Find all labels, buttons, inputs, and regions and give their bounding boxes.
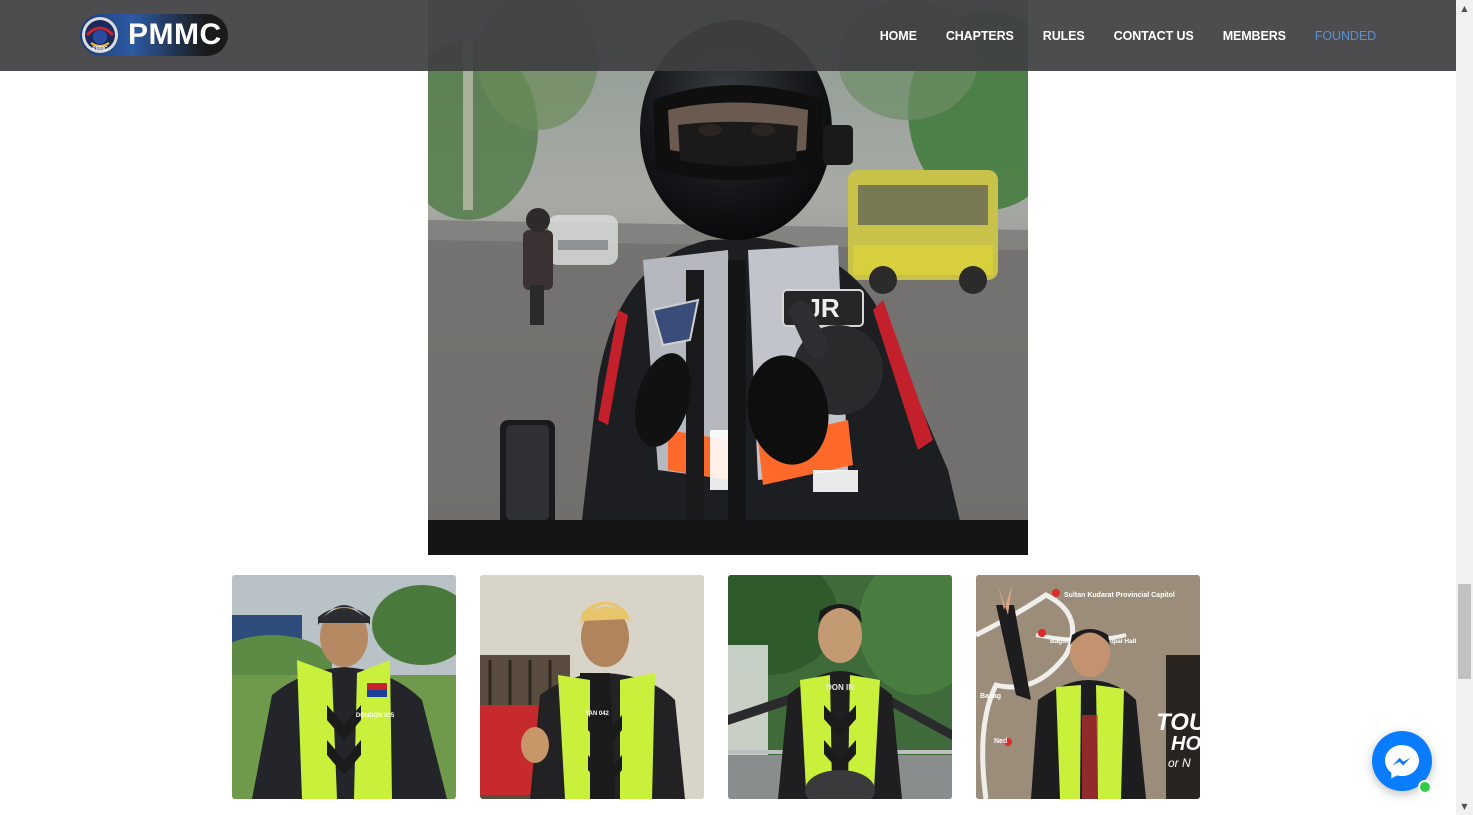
online-status-dot	[1418, 780, 1432, 794]
pmmc-emblem-icon: PMMC	[81, 16, 119, 54]
nav-contact-us[interactable]: CONTACT US	[1114, 29, 1194, 43]
vest-name-tag: DONDON 035	[356, 713, 395, 719]
map-label: Sultan Kudarat Provincial Capitol	[1064, 592, 1175, 599]
hero-rider-photo[interactable]: JR	[428, 0, 1028, 555]
page: JR PMMC PMMC HOME CHAPTERS RULES CONTACT…	[0, 0, 1473, 815]
vest-name-tag: YAN 042	[585, 711, 609, 717]
rider-photo: JR	[428, 0, 1028, 555]
brand-name: PMMC	[128, 18, 222, 51]
scroll-up-arrow-icon[interactable]: ▲	[1456, 0, 1473, 17]
messenger-chat-button[interactable]	[1372, 731, 1432, 794]
nav-rules[interactable]: RULES	[1043, 29, 1085, 43]
member-thumbnail-gallery: DONDON 035 YAN 042 DON IN Sultan Kudarat…	[232, 575, 1200, 799]
svg-text:PMMC: PMMC	[92, 46, 108, 52]
rider-photo: Sultan Kudarat Provincial Capitol Bagumb…	[976, 575, 1200, 799]
map-label: Basag	[980, 693, 1001, 700]
rider-photo: DON IN	[728, 575, 952, 799]
member-thumbnail-4[interactable]: Sultan Kudarat Provincial Capitol Bagumb…	[976, 575, 1200, 799]
poster-text: TOU	[1156, 709, 1200, 736]
rider-photo: YAN 042	[480, 575, 704, 799]
member-thumbnail-1[interactable]: DONDON 035	[232, 575, 456, 799]
member-thumbnail-3[interactable]: DON IN	[728, 575, 952, 799]
main-nav: HOME CHAPTERS RULES CONTACT US MEMBERS F…	[851, 0, 1376, 71]
map-label: Ned	[994, 738, 1007, 745]
scrollbar-thumb[interactable]	[1458, 584, 1471, 679]
poster-text: HO	[1171, 733, 1200, 755]
site-header: PMMC PMMC HOME CHAPTERS RULES CONTACT US…	[0, 0, 1456, 71]
nav-founded[interactable]: FOUNDED	[1315, 29, 1376, 43]
poster-text: or N	[1168, 756, 1191, 770]
nav-home[interactable]: HOME	[880, 29, 917, 43]
rider-photo: DONDON 035	[232, 575, 456, 799]
page-scrollbar[interactable]: ▲ ▼	[1456, 0, 1473, 815]
nav-members[interactable]: MEMBERS	[1223, 29, 1286, 43]
brand-logo[interactable]: PMMC PMMC	[80, 14, 228, 56]
nav-chapters[interactable]: CHAPTERS	[946, 29, 1014, 43]
vest-name-tag: DON IN	[826, 683, 854, 692]
scroll-down-arrow-icon[interactable]: ▼	[1456, 798, 1473, 815]
member-thumbnail-2[interactable]: YAN 042	[480, 575, 704, 799]
